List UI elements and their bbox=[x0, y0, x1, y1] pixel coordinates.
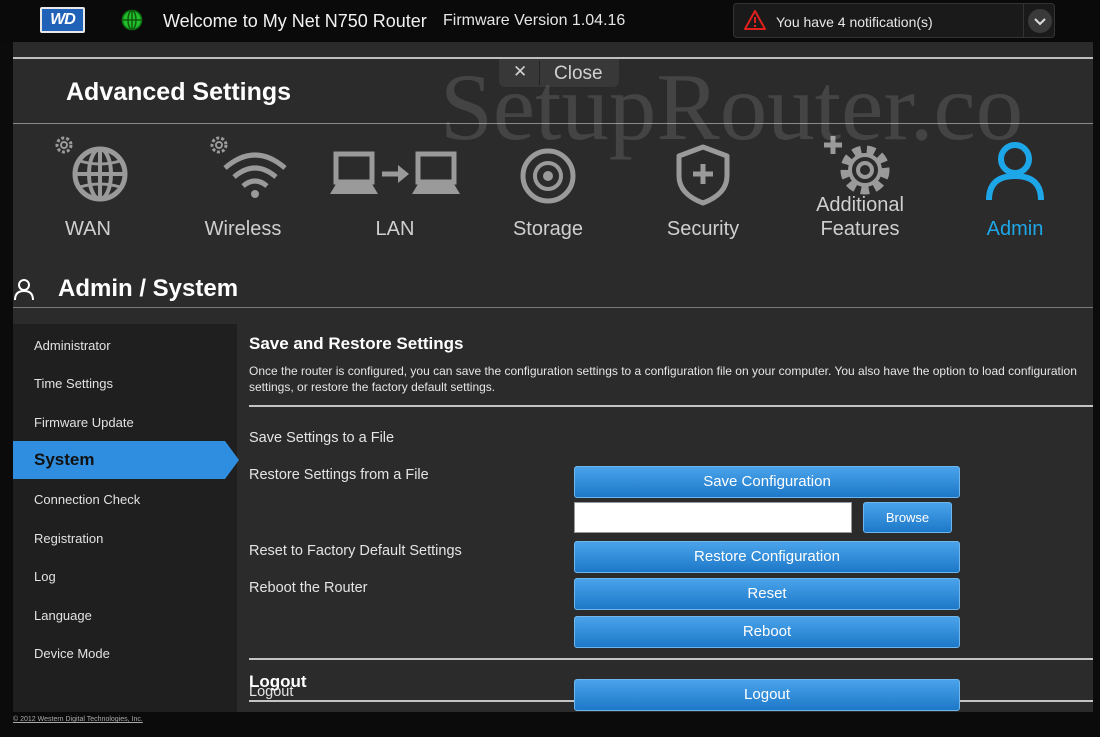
disc-icon bbox=[520, 148, 576, 204]
nav-lan-label: LAN bbox=[375, 218, 415, 240]
section-title: Admin / System bbox=[58, 275, 239, 302]
save-settings-label: Save Settings to a File bbox=[249, 430, 395, 446]
nav-lan[interactable]: LAN bbox=[320, 132, 470, 242]
wd-logo: WD bbox=[40, 7, 85, 33]
nav-storage[interactable]: Storage bbox=[473, 132, 623, 242]
firmware-version: Firmware Version 1.04.16 bbox=[443, 12, 626, 29]
laptop-network-icon bbox=[330, 151, 460, 194]
nav-security[interactable]: Security bbox=[628, 132, 778, 242]
sidebar-item-registration[interactable]: Registration bbox=[13, 520, 237, 558]
notification-dropdown-button[interactable] bbox=[1028, 9, 1052, 33]
chevron-down-icon bbox=[1034, 18, 1046, 26]
nav-storage-label: Storage bbox=[512, 218, 584, 240]
browse-button[interactable]: Browse bbox=[863, 502, 952, 533]
nav-additional-features[interactable]: Additional Features bbox=[785, 132, 935, 242]
nav-additional-features-label-line1: Additional bbox=[816, 194, 904, 216]
nav-security-label: Security bbox=[666, 218, 740, 240]
globe-gear-icon bbox=[55, 136, 128, 202]
notification-bar[interactable]: You have 4 notification(s) bbox=[733, 3, 1055, 38]
sidebar-item-log[interactable]: Log bbox=[13, 558, 237, 596]
nav-wan-label: WAN bbox=[65, 218, 111, 240]
notification-divider bbox=[1023, 4, 1024, 37]
save-configuration-button[interactable]: Save Configuration bbox=[574, 466, 960, 498]
user-outline-icon bbox=[14, 279, 34, 301]
welcome-text: Welcome to My Net N750 Router bbox=[163, 11, 427, 31]
close-label: Close bbox=[554, 63, 603, 84]
nav-wan[interactable]: WAN bbox=[13, 132, 163, 242]
logout-label: Logout bbox=[249, 684, 294, 700]
nav-additional-features-label-line2: Features bbox=[820, 218, 900, 240]
section-divider bbox=[13, 307, 1093, 308]
system-content: Save and Restore Settings Once the route… bbox=[249, 324, 1093, 712]
globe-status-icon bbox=[121, 9, 143, 31]
top-bar: WD Welcome to My Net N750 Router Firmwar… bbox=[0, 0, 1100, 42]
save-restore-heading: Save and Restore Settings bbox=[249, 334, 464, 353]
nav-admin-label: Admin bbox=[986, 218, 1044, 240]
restore-file-input[interactable] bbox=[574, 502, 852, 533]
save-restore-description: Once the router is configured, you can s… bbox=[249, 364, 1077, 394]
sidebar-item-connection-check[interactable]: Connection Check bbox=[13, 481, 237, 519]
page-title: Advanced Settings bbox=[66, 78, 292, 106]
logout-button[interactable]: Logout bbox=[574, 679, 960, 711]
reset-factory-label: Reset to Factory Default Settings bbox=[249, 543, 462, 559]
restore-configuration-button[interactable]: Restore Configuration bbox=[574, 541, 960, 573]
nav-wireless-label: Wireless bbox=[204, 218, 282, 240]
sidebar-item-device-mode[interactable]: Device Mode bbox=[13, 635, 237, 673]
logout-row: Logout Logout bbox=[249, 679, 1093, 712]
warning-icon bbox=[744, 10, 766, 30]
gear-plus-icon bbox=[824, 136, 890, 195]
copyright-link[interactable]: © 2012 Western Digital Technologies, Inc… bbox=[13, 716, 143, 723]
nav-admin[interactable]: Admin bbox=[940, 132, 1090, 242]
restore-settings-label: Restore Settings from a File bbox=[249, 467, 429, 483]
active-item-arrow bbox=[225, 441, 239, 479]
reset-button[interactable]: Reset bbox=[574, 578, 960, 610]
reboot-button[interactable]: Reboot bbox=[574, 616, 960, 648]
sidebar-item-language[interactable]: Language bbox=[13, 597, 237, 635]
save-restore-divider bbox=[249, 405, 1093, 407]
user-icon bbox=[986, 142, 1044, 201]
nav-wireless[interactable]: Wireless bbox=[168, 132, 318, 242]
sidebar-item-time-settings[interactable]: Time Settings bbox=[13, 365, 237, 403]
advanced-settings-panel: ✕ Close Advanced Settings WAN Wireless L… bbox=[13, 42, 1093, 712]
wifi-gear-icon bbox=[210, 136, 287, 198]
close-icon: ✕ bbox=[513, 62, 528, 81]
reboot-label: Reboot the Router bbox=[249, 580, 368, 596]
close-button[interactable]: ✕ Close bbox=[499, 59, 619, 87]
title-divider bbox=[13, 123, 1093, 124]
sidebar-item-firmware-update[interactable]: Firmware Update bbox=[13, 404, 237, 442]
sidebar-item-administrator[interactable]: Administrator bbox=[13, 327, 237, 365]
notification-text: You have 4 notification(s) bbox=[776, 14, 933, 30]
logout-top-divider bbox=[249, 658, 1093, 660]
shield-icon bbox=[676, 144, 730, 206]
admin-sidebar: Administrator Time Settings Firmware Upd… bbox=[13, 324, 239, 712]
close-divider bbox=[539, 61, 540, 85]
sidebar-item-system[interactable]: System bbox=[13, 441, 225, 479]
